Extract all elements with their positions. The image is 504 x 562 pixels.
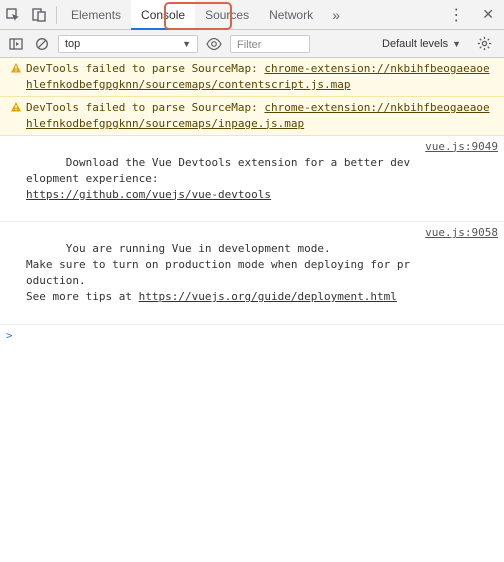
inspect-icon[interactable] (0, 2, 26, 28)
console-message: Download the Vue Devtools extension for … (0, 136, 504, 223)
console-output: DevTools failed to parse SourceMap: chro… (0, 58, 504, 325)
prompt-caret-icon: > (6, 329, 20, 342)
source-link[interactable]: vue.js:9049 (415, 139, 498, 219)
console-prompt[interactable]: > (0, 325, 504, 346)
tab-network[interactable]: Network (259, 0, 323, 30)
console-toolbar: top ▼ Filter Default levels ▼ (0, 30, 504, 58)
eye-icon[interactable] (204, 34, 224, 54)
message-text: Download the Vue Devtools extension for … (26, 156, 410, 185)
filter-input[interactable]: Filter (230, 35, 310, 53)
tab-sources[interactable]: Sources (195, 0, 259, 30)
more-tabs-icon[interactable]: » (323, 2, 349, 28)
message-text: DevTools failed to parse SourceMap: (26, 62, 264, 75)
sidebar-toggle-icon[interactable] (6, 34, 26, 54)
close-icon[interactable]: ✕ (472, 6, 504, 23)
chevron-down-icon: ▼ (182, 39, 191, 49)
warning-icon (10, 62, 22, 74)
message-text: DevTools failed to parse SourceMap: (26, 101, 264, 114)
chevron-down-icon: ▼ (452, 39, 461, 49)
console-message: DevTools failed to parse SourceMap: chro… (0, 58, 504, 97)
clear-console-icon[interactable] (32, 34, 52, 54)
tab-console[interactable]: Console (131, 0, 195, 30)
console-message: DevTools failed to parse SourceMap: chro… (0, 97, 504, 136)
console-message: You are running Vue in development mode.… (0, 222, 504, 325)
kebab-menu-icon[interactable]: ⋮ (440, 5, 472, 25)
gear-icon[interactable] (471, 36, 498, 51)
message-link[interactable]: https://vuejs.org/guide/deployment.html (139, 290, 397, 303)
levels-selector[interactable]: Default levels ▼ (378, 38, 465, 50)
device-toggle-icon[interactable] (26, 2, 52, 28)
message-link[interactable]: https://github.com/vuejs/vue-devtools (26, 188, 271, 201)
context-value: top (65, 38, 80, 50)
source-link[interactable]: vue.js:9058 (415, 225, 498, 321)
tab-elements[interactable]: Elements (61, 0, 131, 30)
devtools-tabstrip: Elements Console Sources Network » ⋮ ✕ (0, 0, 504, 30)
divider (56, 6, 57, 24)
levels-label: Default levels (382, 38, 448, 50)
warning-icon (10, 101, 22, 113)
context-selector[interactable]: top ▼ (58, 35, 198, 53)
